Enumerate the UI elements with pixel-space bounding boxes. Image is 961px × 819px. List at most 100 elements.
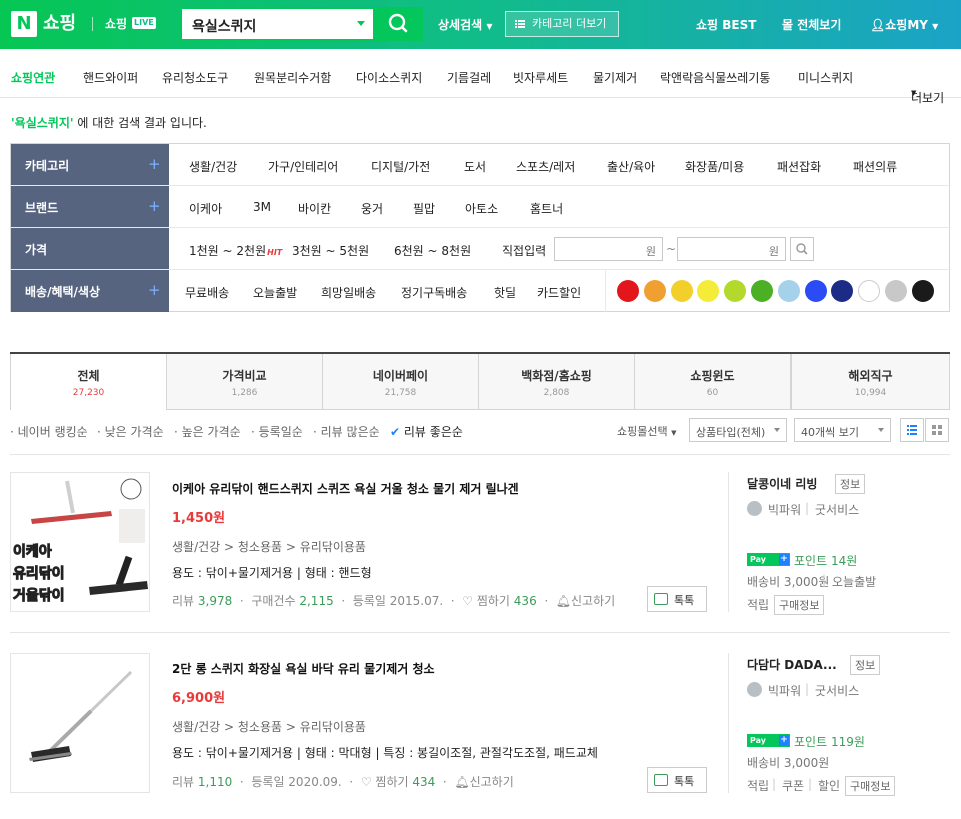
category-filter-option[interactable]: 스포츠/레저	[516, 158, 575, 175]
category-filter-option[interactable]: 패션의류	[853, 158, 897, 175]
filter-label-category[interactable]: 카테고리	[11, 144, 169, 185]
per-page-select[interactable]: 40개씩 보기	[794, 418, 891, 442]
max-price-input[interactable]: 원	[677, 237, 786, 261]
brand-filter-option[interactable]: 3M	[253, 200, 271, 214]
delivery-filter-option[interactable]: 희망일배송	[321, 284, 376, 301]
product-price[interactable]: 1,450원	[172, 507, 225, 526]
category-filter-option[interactable]: 가구/인테리어	[268, 158, 338, 175]
mall-name[interactable]: 달콩이네 리빙	[747, 475, 817, 492]
mall-info-badge[interactable]: 정보	[835, 474, 866, 494]
color-swatch[interactable]	[643, 280, 666, 302]
delivery-filter-option[interactable]: 정기구독배송	[401, 284, 467, 301]
related-keyword[interactable]: 락앤락음식물쓰레기통	[660, 69, 770, 86]
related-keyword[interactable]: 미니스퀴지	[798, 69, 853, 86]
product-title[interactable]: 2단 롱 스퀴지 화장실 욕실 바닥 유리 물기제거 청소	[172, 660, 435, 677]
category-filter-option[interactable]: 디지털/가전	[371, 158, 430, 175]
shopping-logo-text[interactable]: 쇼핑	[43, 11, 76, 37]
delivery-filter-option[interactable]: 카드할인	[537, 284, 581, 301]
tab-price-compare[interactable]: 가격비교 1,286	[166, 354, 323, 410]
related-keyword[interactable]: 유리청소도구	[162, 69, 228, 86]
tab-naver-pay[interactable]: 네이버페이 21,758	[322, 354, 479, 410]
color-swatch[interactable]	[911, 280, 934, 302]
product-thumbnail[interactable]: 이케아 유리닦이 거울닦이	[10, 472, 150, 612]
brand-filter-option[interactable]: 바이칸	[298, 200, 331, 217]
delivery-filter-option[interactable]: 무료배송	[185, 284, 229, 301]
shopping-best-link[interactable]: 쇼핑 BEST	[696, 16, 756, 33]
mall-select[interactable]: 쇼핑몰선택 ▼	[617, 423, 677, 439]
color-swatch[interactable]	[858, 280, 881, 302]
color-swatch[interactable]	[617, 280, 639, 302]
review-count[interactable]: 3,978	[198, 594, 232, 608]
color-swatch[interactable]	[885, 280, 907, 302]
tab-overseas[interactable]: 해외직구 10,994	[791, 354, 950, 410]
mall-info-badge[interactable]: 정보	[850, 655, 881, 675]
category-filter-option[interactable]: 출산/육아	[607, 158, 655, 175]
naver-logo[interactable]: N	[11, 11, 37, 37]
color-swatch[interactable]	[777, 280, 800, 302]
all-malls-link[interactable]: 몰 전체보기	[782, 16, 841, 33]
related-keyword[interactable]: 다이소스퀴지	[356, 69, 422, 86]
category-more-button[interactable]: 카테고리 더보기	[505, 11, 619, 37]
shopping-live-link[interactable]: 쇼핑	[105, 15, 127, 33]
expand-plus-icon[interactable]: +	[148, 155, 161, 173]
delivery-filter-option[interactable]: 오늘출발	[253, 284, 297, 301]
purchase-info-button[interactable]: 구매정보	[845, 776, 896, 796]
color-swatch[interactable]	[831, 280, 854, 302]
search-value[interactable]: 욕실스퀴지	[192, 16, 256, 36]
product-title[interactable]: 이케아 유리닦이 핸드스퀴지 스퀴즈 욕실 거울 청소 물기 제거 릴나겐	[172, 480, 519, 497]
bell-icon[interactable]: 🔔︎	[454, 775, 469, 789]
bell-icon[interactable]: 🔔︎	[556, 594, 571, 608]
delivery-filter-option[interactable]: 핫딜	[494, 284, 516, 301]
price-filter-option[interactable]: 1천원 ~ 2천원HIT	[189, 242, 282, 259]
list-view-button[interactable]	[900, 418, 924, 442]
search-button[interactable]	[373, 7, 423, 41]
related-keyword[interactable]: 기름걸레	[447, 69, 491, 86]
advanced-search-button[interactable]: 상세검색 ▼	[438, 16, 493, 33]
talk-button[interactable]: 톡톡	[647, 586, 707, 612]
category-filter-option[interactable]: 도서	[464, 158, 486, 175]
sort-high-price[interactable]: · 높은 가격순	[174, 423, 241, 440]
brand-filter-option[interactable]: 필맙	[413, 200, 435, 217]
live-badge[interactable]: LIVE	[132, 17, 156, 29]
price-filter-option[interactable]: 6천원 ~ 8천원	[394, 242, 471, 259]
talk-button[interactable]: 톡톡	[647, 767, 707, 793]
min-price-input[interactable]: 원	[554, 237, 663, 261]
sort-ranking[interactable]: · 네이버 랭킹순	[10, 423, 88, 440]
product-category[interactable]: 생활/건강 > 청소용품 > 유리닦이용품	[172, 538, 366, 555]
product-category[interactable]: 생활/건강 > 청소용품 > 유리닦이용품	[172, 718, 366, 735]
search-input[interactable]: 욕실스퀴지	[180, 7, 373, 41]
heart-icon[interactable]: ♡	[462, 594, 473, 608]
sort-low-price[interactable]: · 낮은 가격순	[97, 423, 164, 440]
tab-all[interactable]: 전체 27,230	[10, 354, 167, 410]
product-price[interactable]: 6,900원	[172, 687, 225, 706]
brand-filter-option[interactable]: 아토소	[465, 200, 498, 217]
shopping-my-menu[interactable]: 👤︎쇼핑MY ▼	[870, 16, 938, 33]
autocomplete-toggle-icon[interactable]	[357, 21, 365, 26]
filter-label-delivery[interactable]: 배송/혜택/색상	[11, 270, 169, 312]
price-search-button[interactable]	[790, 237, 814, 261]
filter-label-brand[interactable]: 브랜드	[11, 186, 169, 227]
price-filter-option[interactable]: 3천원 ~ 5천원	[292, 242, 369, 259]
related-keyword[interactable]: 빗자루세트	[513, 69, 568, 86]
category-filter-option[interactable]: 생활/건강	[189, 158, 237, 175]
sort-review-count[interactable]: · 리뷰 많은순	[313, 423, 380, 440]
brand-filter-option[interactable]: 홈트너	[530, 200, 563, 217]
product-type-select[interactable]: 상품타입(전체)	[689, 418, 787, 442]
mall-name[interactable]: 다담다 DADA...	[747, 656, 837, 673]
color-swatch[interactable]	[670, 280, 693, 302]
category-filter-option[interactable]: 화장품/미용	[685, 158, 744, 175]
heart-icon[interactable]: ♡	[361, 775, 372, 789]
review-count[interactable]: 1,110	[198, 775, 232, 789]
brand-filter-option[interactable]: 웅거	[361, 200, 383, 217]
related-keyword[interactable]: 물기제거	[593, 69, 637, 86]
related-keyword[interactable]: 원목분리수거함	[254, 69, 331, 86]
color-swatch[interactable]	[804, 280, 827, 302]
tab-department-store[interactable]: 백화점/홈쇼핑 2,808	[478, 354, 635, 410]
sort-review-score[interactable]: ✔ 리뷰 좋은순	[390, 423, 463, 440]
report-link[interactable]: 신고하기	[571, 594, 615, 608]
related-keyword[interactable]: 핸드와이퍼	[83, 69, 138, 86]
tab-shopping-window[interactable]: 쇼핑윈도 60	[634, 354, 791, 410]
purchase-info-button[interactable]: 구매정보	[774, 595, 825, 615]
report-link[interactable]: 신고하기	[470, 775, 514, 789]
brand-filter-option[interactable]: 이케아	[189, 200, 222, 217]
